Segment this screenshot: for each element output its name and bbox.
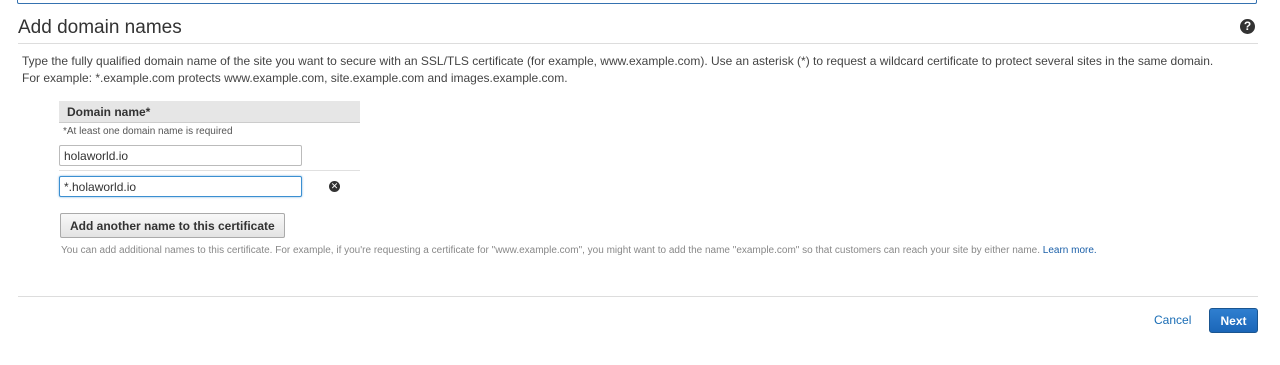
intro-text: Type the fully qualified domain name of … [22, 54, 1214, 85]
add-name-help-text: You can add additional names to this cer… [61, 245, 1097, 257]
cancel-link[interactable]: Cancel [1154, 313, 1191, 327]
domain-row: ✕ [59, 171, 360, 202]
next-button[interactable]: Next [1209, 308, 1258, 333]
add-name-help-body: You can add additional names to this cer… [61, 245, 1040, 256]
domain-input-1[interactable] [59, 145, 302, 166]
domain-name-table: Domain name* *At least one domain name i… [59, 101, 360, 202]
footer-divider [18, 296, 1258, 297]
domain-input-2[interactable] [59, 176, 302, 197]
title-divider [18, 43, 1258, 44]
domain-name-header: Domain name* [59, 101, 360, 123]
previous-card-edge [17, 0, 1257, 4]
remove-circle-icon[interactable]: ✕ [329, 181, 340, 192]
learn-more-link[interactable]: Learn more. [1043, 245, 1097, 256]
help-icon[interactable]: ? [1240, 19, 1255, 34]
page-title: Add domain names [18, 17, 182, 38]
required-hint: *At least one domain name is required [63, 126, 233, 137]
domain-row [59, 140, 360, 171]
add-another-name-button[interactable]: Add another name to this certificate [60, 213, 285, 238]
